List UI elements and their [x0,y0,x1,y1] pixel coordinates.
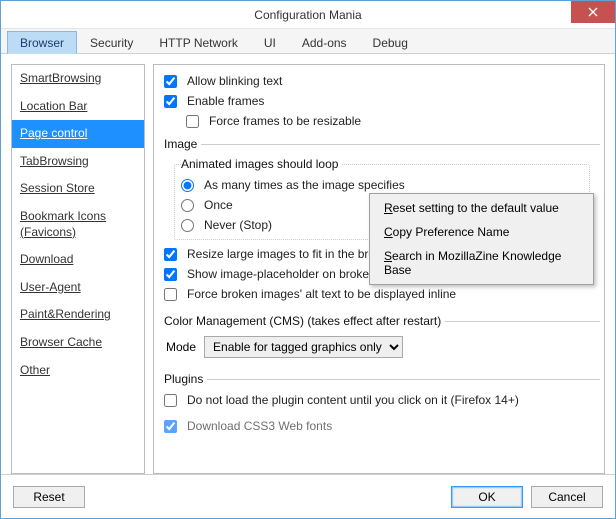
radio-never[interactable] [181,219,194,232]
sidebar-item-session-store[interactable]: Session Store [12,175,144,203]
reset-button[interactable]: Reset [13,486,85,508]
label-download-css3: Download CSS3 Web fonts [187,419,332,433]
tab-http-network[interactable]: HTTP Network [146,31,250,53]
checkbox-force-alt[interactable] [164,288,177,301]
sidebar-item-paint-rendering[interactable]: Paint&Rendering [12,301,144,329]
tab-ui[interactable]: UI [251,31,289,53]
menu-reset-default[interactable]: Reset setting to the default value [372,196,591,220]
sidebar-item-download[interactable]: Download [12,246,144,274]
radio-once[interactable] [181,199,194,212]
checkbox-download-css3[interactable] [164,420,177,433]
checkbox-resize-large[interactable] [164,248,177,261]
legend-image: Image [164,137,201,151]
footer: Reset OK Cancel [1,474,615,518]
checkbox-plugin-click[interactable] [164,394,177,407]
fieldset-cms: Color Management (CMS) (takes effect aft… [164,314,600,366]
sidebar-item-page-control[interactable]: Page control [12,120,144,148]
sidebar-item-bookmark-icons[interactable]: Bookmark Icons (Favicons) [12,203,144,246]
tab-debug[interactable]: Debug [360,31,421,53]
radio-as-many[interactable] [181,179,194,192]
label-plugin-click: Do not load the plugin content until you… [187,393,519,407]
fieldset-plugins: Plugins Do not load the plugin content u… [164,372,600,414]
window-title: Configuration Mania [254,8,361,22]
menu-search-mozillazine[interactable]: Search in MozillaZine Knowledge Base [372,244,591,282]
legend-cms: Color Management (CMS) (takes effect aft… [164,314,445,328]
label-mode: Mode [166,340,196,354]
sidebar-item-browser-cache[interactable]: Browser Cache [12,329,144,357]
tabstrip: Browser Security HTTP Network UI Add-ons… [1,29,615,54]
checkbox-force-resizable[interactable] [186,115,199,128]
sidebar-item-smartbrowsing[interactable]: SmartBrowsing [12,65,144,93]
tab-browser[interactable]: Browser [7,31,77,54]
label-as-many: As many times as the image specifies [204,178,405,192]
sidebar: SmartBrowsing Location Bar Page control … [11,64,145,474]
menu-copy-pref-name[interactable]: Copy Preference Name [372,220,591,244]
label-once: Once [204,198,233,212]
cancel-button[interactable]: Cancel [531,486,603,508]
checkbox-show-placeholder[interactable] [164,268,177,281]
checkbox-enable-frames[interactable] [164,95,177,108]
titlebar: Configuration Mania [1,1,615,29]
sidebar-item-location-bar[interactable]: Location Bar [12,93,144,121]
label-force-alt: Force broken images' alt text to be disp… [187,287,456,301]
label-enable-frames: Enable frames [187,94,264,108]
sidebar-item-user-agent[interactable]: User-Agent [12,274,144,302]
ok-button[interactable]: OK [451,486,523,508]
sidebar-item-tabbrowsing[interactable]: TabBrowsing [12,148,144,176]
legend-plugins: Plugins [164,372,207,386]
label-allow-blinking: Allow blinking text [187,74,282,88]
select-mode[interactable]: Enable for tagged graphics only [204,336,403,358]
tab-security[interactable]: Security [77,31,146,53]
checkbox-allow-blinking[interactable] [164,75,177,88]
label-force-resizable: Force frames to be resizable [209,114,361,128]
label-never: Never (Stop) [204,218,272,232]
tab-addons[interactable]: Add-ons [289,31,360,53]
legend-loop: Animated images should loop [181,157,342,171]
close-icon [588,7,598,17]
close-button[interactable] [571,1,615,23]
context-menu: Reset setting to the default value Copy … [369,193,594,285]
sidebar-item-other[interactable]: Other [12,357,144,385]
